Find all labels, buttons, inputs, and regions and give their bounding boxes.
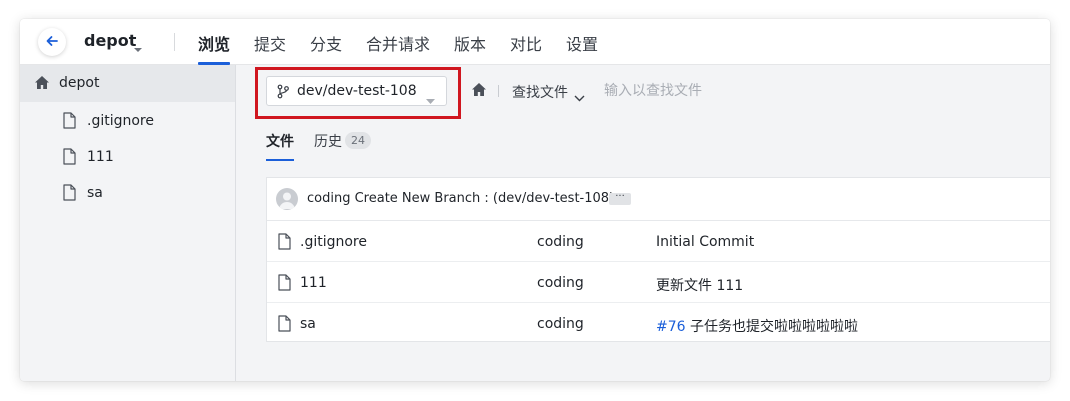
file-commit-message[interactable]: 更新文件 111 [656,275,743,295]
tab-history[interactable]: 历史 [314,131,342,151]
tab-settings[interactable]: 设置 [566,31,598,55]
back-button[interactable] [38,28,66,56]
commit-text[interactable]: Initial Commit [656,234,754,250]
app-window: depot 浏览 提交 分支 合并请求 版本 对比 设置 depot .giti… [20,19,1050,381]
commit-message[interactable]: coding Create New Branch : (dev/dev-test… [307,191,614,206]
file-author: coding [537,316,584,332]
sidebar-file-label: .gitignore [87,113,154,129]
header-divider [174,33,175,51]
commit-text[interactable]: 子任务也提交啦啦啦啦啦啦 [690,319,858,335]
top-header: depot 浏览 提交 分支 合并请求 版本 对比 设置 [20,19,1050,65]
issue-link[interactable]: #76 [656,319,686,335]
file-icon [278,315,291,336]
table-row[interactable]: sa coding #76 子任务也提交啦啦啦啦啦啦 [267,303,1050,344]
file-name-link[interactable]: sa [300,316,316,332]
latest-commit-bar: coding Create New Branch : (dev/dev-test… [267,178,1050,221]
file-tree-sidebar: depot .gitignore 111 sa [20,65,236,381]
table-row[interactable]: .gitignore coding Initial Commit [267,221,1050,262]
chevron-down-icon[interactable] [133,38,143,57]
history-count-badge: 24 [345,132,371,149]
tab-compare[interactable]: 对比 [510,31,542,55]
find-file-input[interactable] [604,80,764,102]
tab-releases[interactable]: 版本 [454,31,486,55]
sidebar-file-label: 111 [87,149,114,165]
path-separator [498,85,499,97]
home-icon [34,75,50,94]
commit-text[interactable]: 更新文件 111 [656,278,743,294]
avatar[interactable] [276,188,298,210]
branch-name: dev/dev-test-108 [297,83,417,99]
file-icon [63,184,76,205]
file-author: coding [537,234,584,250]
sidebar-item-root[interactable]: depot [20,65,235,102]
tab-merge-requests[interactable]: 合并请求 [366,31,430,55]
repo-name[interactable]: depot [84,31,136,50]
tab-commits[interactable]: 提交 [254,31,286,55]
tab-files[interactable]: 文件 [266,131,294,151]
tab-branches[interactable]: 分支 [310,31,342,55]
file-icon [63,112,76,133]
file-name-link[interactable]: .gitignore [300,234,367,250]
arrow-left-icon [45,33,59,52]
file-icon [63,148,76,169]
file-name-link[interactable]: 111 [300,275,327,291]
file-table: coding Create New Branch : (dev/dev-test… [266,177,1050,342]
home-icon[interactable] [471,82,487,101]
sidebar-root-label: depot [59,75,100,91]
file-author: coding [537,275,584,291]
file-commit-message[interactable]: #76 子任务也提交啦啦啦啦啦啦 [656,316,858,336]
more-button[interactable]: ··· [609,192,631,205]
table-row[interactable]: 111 coding 更新文件 111 [267,262,1050,303]
file-commit-message[interactable]: Initial Commit [656,234,754,250]
git-branch-icon [277,84,289,103]
sidebar-file-label: sa [87,185,103,201]
file-icon [278,233,291,254]
file-icon [278,274,291,295]
branch-selector[interactable]: dev/dev-test-108 [266,76,447,106]
chevron-down-icon [426,89,435,108]
tab-browse[interactable]: 浏览 [198,31,230,55]
chevron-down-icon[interactable] [574,87,585,106]
active-subtab-indicator [266,159,294,161]
find-file-dropdown[interactable]: 查找文件 [512,82,568,102]
